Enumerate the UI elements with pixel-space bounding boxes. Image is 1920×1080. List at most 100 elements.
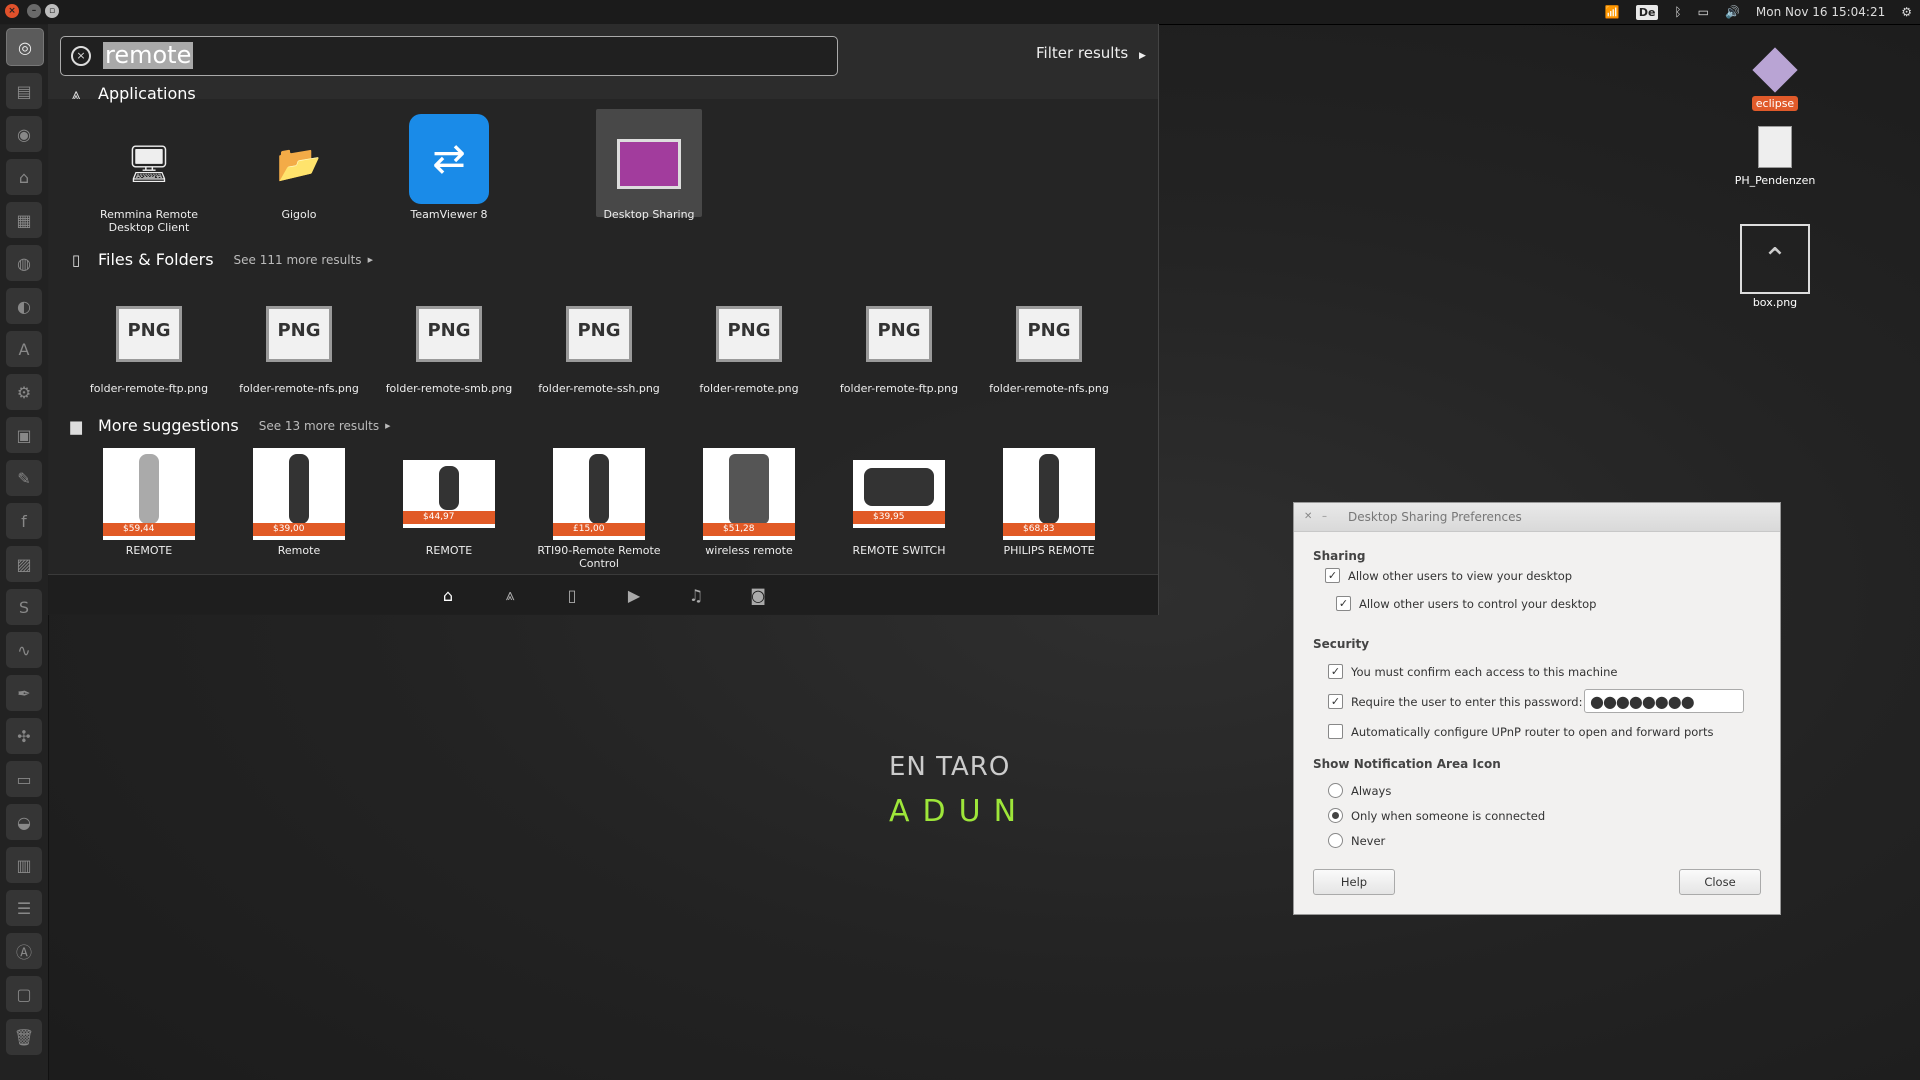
png-file-icon: PNG [866,306,932,362]
keyboard-layout-indicator[interactable]: De [1635,4,1659,20]
launcher-display-icon[interactable]: ▢ [6,976,42,1012]
launcher-browser-icon[interactable]: ◉ [6,116,42,152]
window-maximize-button[interactable]: ▫ [45,4,59,18]
confirm-access-checkbox[interactable]: ✓ [1328,664,1343,679]
launcher-software-icon[interactable]: Ⓐ [6,933,42,969]
upnp-checkbox[interactable] [1328,724,1343,739]
launcher-software-center-icon[interactable]: A [6,331,42,367]
password-input[interactable]: ●●●●●●●● [1584,689,1744,713]
bluetooth-icon[interactable]: ᛒ [1674,5,1681,19]
launcher-network-icon[interactable]: ✣ [6,718,42,754]
product-image: $39,00 [253,448,345,540]
file-tile[interactable]: PNG folder-remote-nfs.png [979,306,1119,395]
desktop-icon-box-png[interactable]: ⌃ box.png [1730,224,1820,309]
app-tile-teamviewer[interactable]: ⇄ TeamViewer 8 [379,114,519,221]
notify-option-never[interactable]: Never [1328,833,1385,848]
launcher-archive-icon[interactable]: ▥ [6,847,42,883]
suggestion-tile[interactable]: $39,95 REMOTE SWITCH [829,460,969,557]
launcher-fonts-icon[interactable]: f [6,503,42,539]
launcher-disk-icon[interactable]: ◒ [6,804,42,840]
applications-lens-icon[interactable]: ⩓ [498,585,522,605]
notify-option-connected[interactable]: Only when someone is connected [1328,808,1545,823]
launcher-files-icon[interactable]: ▤ [6,73,42,109]
files-more-results-link[interactable]: See 111 more results [234,253,362,267]
file-tile[interactable]: PNG folder-remote-ftp.png [829,306,969,395]
suggestion-tile[interactable]: $39,00 Remote [229,448,369,557]
confirm-access-label: You must confirm each access to this mac… [1351,664,1618,679]
file-tile[interactable]: PNG folder-remote-ftp.png [79,306,219,395]
files-lens-icon[interactable]: ▯ [560,586,584,605]
remmina-icon: 🖥 [126,144,172,185]
suggestion-tile[interactable]: $59,44 REMOTE [79,448,219,557]
launcher-text-editor-icon[interactable]: ▦ [6,202,42,238]
launcher-system-monitor-icon[interactable]: ∿ [6,632,42,668]
upnp-option[interactable]: Automatically configure UPnP router to o… [1328,724,1714,739]
help-button[interactable]: Help [1313,869,1395,895]
suggestions-more-results-link[interactable]: See 13 more results [259,419,379,433]
category-applications[interactable]: ⩓ Applications [68,84,196,103]
dialog-close-icon[interactable]: ✕ [1304,511,1312,522]
app-tile-gigolo[interactable]: 📂 Gigolo [229,124,369,221]
volume-icon[interactable]: 🔊 [1725,5,1740,19]
png-file-icon: PNG [566,306,632,362]
launcher-trash-icon[interactable]: 🗑 [6,1019,42,1055]
require-password-checkbox[interactable]: ✓ [1328,694,1343,709]
view-desktop-checkbox[interactable]: ✓ [1325,568,1340,583]
battery-icon[interactable]: ▭ [1698,5,1709,19]
radio-label: Only when someone is connected [1351,808,1546,823]
clock[interactable]: Mon Nov 16 15:04:21 [1756,5,1885,19]
file-tile[interactable]: PNG folder-remote-nfs.png [229,306,369,395]
launcher-terminal-icon[interactable]: ▭ [6,761,42,797]
launcher-home-folder-icon[interactable]: ⌂ [6,159,42,195]
launcher-inkscape-icon[interactable]: ✒ [6,675,42,711]
search-input[interactable]: × remote [60,36,838,76]
suggestion-tile[interactable]: $68,83 PHILIPS REMOTE [979,448,1119,557]
file-tile[interactable]: PNG folder-remote.png [679,306,819,395]
view-desktop-option[interactable]: ✓ Allow other users to view your desktop [1325,568,1572,583]
launcher-settings-icon[interactable]: ⚙ [6,374,42,410]
dash-overlay: × remote Filter results ▶ ⩓ Applications… [48,24,1159,615]
music-lens-icon[interactable]: ♫ [684,586,708,605]
category-suggestions[interactable]: ▆ More suggestions See 13 more results ▶ [68,416,390,435]
clear-search-icon[interactable]: × [71,46,91,66]
suggestion-tile[interactable]: $44,97 REMOTE [379,460,519,557]
video-lens-icon[interactable]: ▶ [622,586,646,605]
desktop-icon-ph-pendenzen[interactable]: PH_Pendenzen [1730,126,1820,187]
filter-results-button[interactable]: Filter results ▶ [1036,44,1146,62]
radio-always[interactable] [1328,783,1343,798]
file-tile[interactable]: PNG folder-remote-smb.png [379,306,519,395]
control-desktop-checkbox[interactable]: ✓ [1336,596,1351,611]
confirm-access-option[interactable]: ✓ You must confirm each access to this m… [1328,664,1617,679]
launcher-remote-icon[interactable]: ☰ [6,890,42,926]
app-tile-desktop-sharing[interactable]: Desktop Sharing [579,124,719,221]
launcher-folder-icon[interactable]: ▣ [6,417,42,453]
launcher-chromium-icon[interactable]: ◍ [6,245,42,281]
radio-never[interactable] [1328,833,1343,848]
search-query[interactable]: remote [103,42,194,69]
dash-home-button[interactable]: ◎ [6,28,44,66]
notify-option-always[interactable]: Always [1328,783,1391,798]
photos-lens-icon[interactable]: ◙ [746,586,770,605]
gear-icon[interactable]: ⚙ [1901,5,1912,19]
wifi-icon[interactable]: 📶 [1605,5,1620,19]
app-tile-remmina[interactable]: 🖥 Remmina Remote Desktop Client [79,124,219,234]
launcher-tools-icon[interactable]: ✎ [6,460,42,496]
close-button[interactable]: Close [1679,869,1761,895]
home-lens-icon[interactable]: ⌂ [436,586,460,605]
suggestion-tile[interactable]: £15,00 RTI90-Remote Remote Control [529,448,669,570]
dialog-titlebar[interactable]: ✕ – Desktop Sharing Preferences [1294,503,1780,532]
window-close-button[interactable]: × [5,4,19,18]
suggestion-tile[interactable]: $51,28 wireless remote [679,448,819,557]
require-password-option[interactable]: ✓ Require the user to enter this passwor… [1328,694,1582,709]
control-desktop-option[interactable]: ✓ Allow other users to control your desk… [1336,596,1596,611]
launcher-skype-icon[interactable]: S [6,589,42,625]
launcher-image-viewer-icon[interactable]: ▨ [6,546,42,582]
desktop-icon-eclipse[interactable]: eclipse [1730,47,1820,111]
radio-connected[interactable] [1328,808,1343,823]
launcher-firefox-icon[interactable]: ◐ [6,288,42,324]
dialog-minimize-icon[interactable]: – [1322,511,1327,522]
file-tile[interactable]: PNG folder-remote-ssh.png [529,306,669,395]
category-files[interactable]: ▯ Files & Folders See 111 more results ▶ [68,250,373,269]
app-label: Remmina Remote Desktop Client [99,208,199,234]
window-minimize-button[interactable]: – [27,4,41,18]
